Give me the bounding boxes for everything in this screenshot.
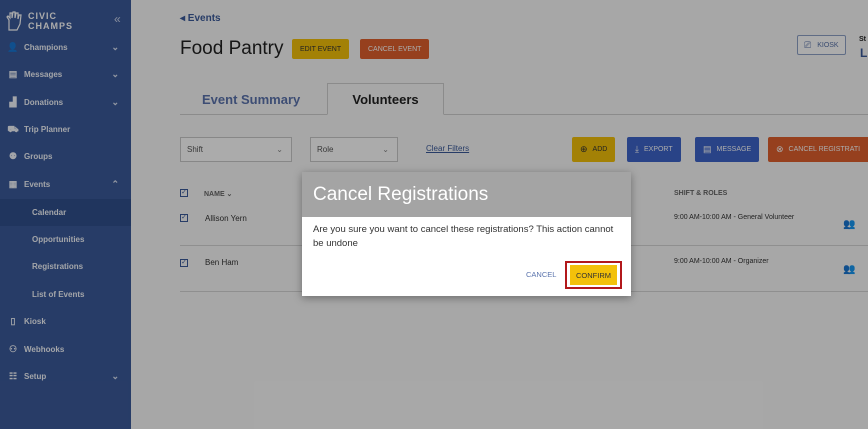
dialog-message: Are you sure you want to cancel these re… bbox=[313, 224, 614, 249]
dialog-cancel-button[interactable]: CANCEL bbox=[526, 270, 556, 279]
cancel-registrations-dialog: Cancel Registrations Are you sure you wa… bbox=[302, 172, 631, 296]
dialog-title: Cancel Registrations bbox=[302, 172, 631, 217]
confirm-button-label: CONFIRM bbox=[570, 265, 617, 285]
dialog-confirm-button[interactable]: CONFIRM bbox=[565, 261, 622, 289]
